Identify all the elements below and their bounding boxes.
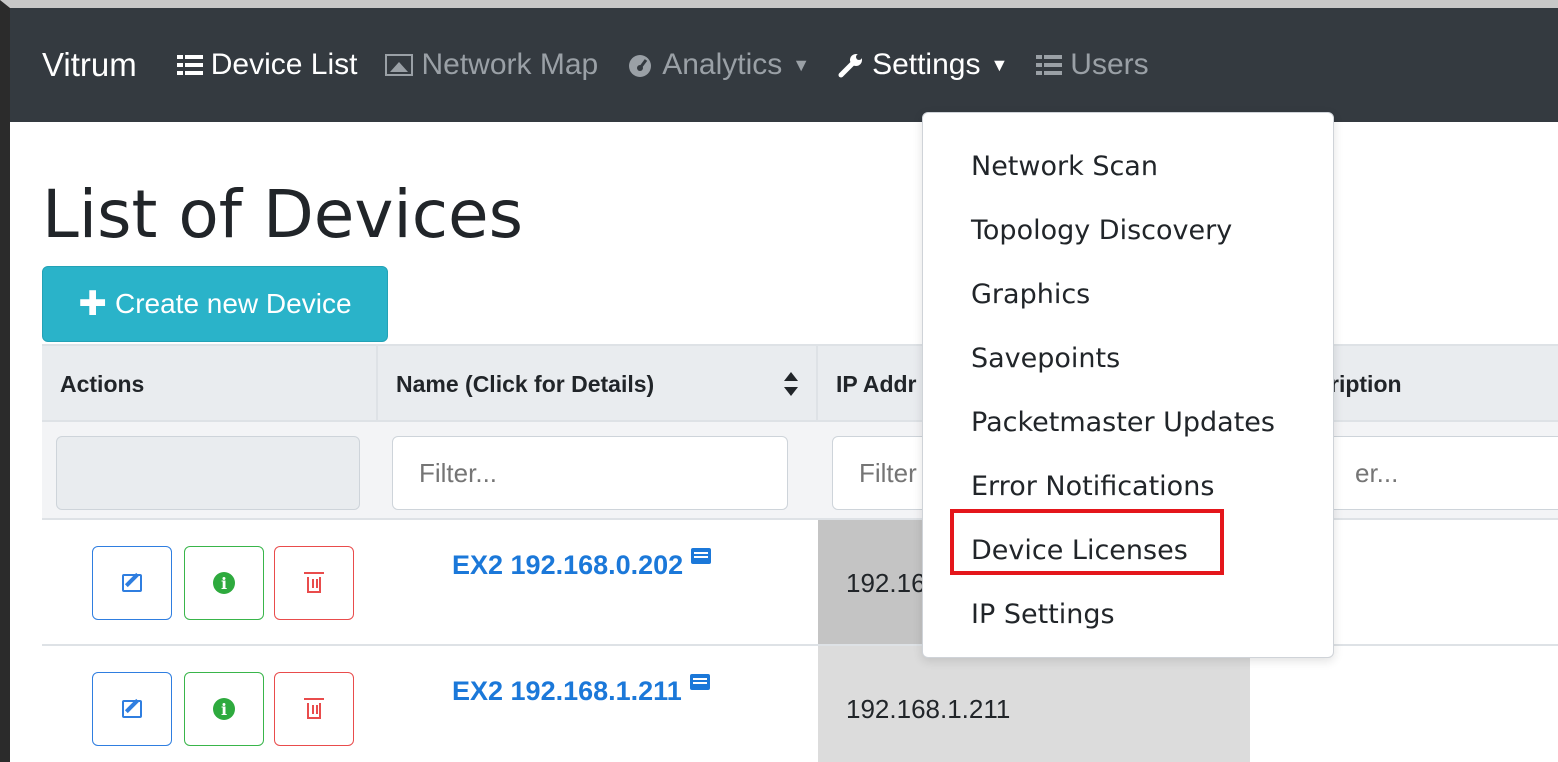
trash-icon (304, 698, 324, 719)
menu-item-graphics[interactable]: Graphics (971, 279, 1090, 310)
edit-button[interactable] (92, 546, 172, 620)
delete-button[interactable] (274, 546, 354, 620)
nav-settings[interactable]: Settings ▼ (838, 48, 1008, 82)
nav-analytics-label: Analytics (662, 48, 783, 81)
list-icon (176, 55, 203, 75)
info-icon: i (213, 698, 235, 720)
create-device-label: Create new Device (114, 288, 352, 319)
menu-item-savepoints[interactable]: Savepoints (971, 343, 1120, 374)
device-name-link[interactable]: EX2 192.168.1.211 (452, 674, 710, 707)
info-button[interactable]: i (184, 546, 264, 620)
app-window: Vitrum Device List Network Map Analytics… (0, 0, 1558, 762)
chevron-down-icon: ▼ (792, 54, 811, 75)
device-name-link[interactable]: EX2 192.168.0.202 (452, 548, 712, 581)
nav-network-map[interactable]: Network Map (385, 48, 598, 82)
actions-filter (56, 436, 360, 510)
settings-dropdown-menu: Network Scan Topology Discovery Graphics… (922, 112, 1334, 658)
menu-item-error-notifications[interactable]: Error Notifications (971, 471, 1214, 502)
edit-icon (122, 574, 142, 592)
nav-users-label: Users (1070, 48, 1149, 81)
menu-item-ip-settings[interactable]: IP Settings (971, 599, 1115, 630)
delete-button[interactable] (274, 672, 354, 746)
nav-analytics[interactable]: Analytics ▼ (626, 48, 810, 82)
device-name: EX2 192.168.0.202 (452, 550, 684, 580)
device-name: EX2 192.168.1.211 (452, 676, 682, 706)
name-filter-input[interactable] (392, 436, 788, 510)
edit-button[interactable] (92, 672, 172, 746)
edit-icon (122, 700, 142, 718)
details-card-icon[interactable] (691, 548, 712, 564)
nav-network-map-label: Network Map (421, 48, 599, 81)
dashboard-icon (626, 53, 654, 77)
navbar: Vitrum Device List Network Map Analytics… (10, 8, 1558, 122)
highlight-annotation (950, 509, 1224, 575)
details-card-icon[interactable] (689, 674, 710, 690)
chevron-down-icon: ▼ (990, 54, 1009, 75)
image-icon (385, 54, 414, 76)
table-row: i EX2 192.168.1.211 192.168.1.211 (42, 646, 1558, 762)
menu-item-network-scan[interactable]: Network Scan (971, 151, 1158, 182)
header-actions: Actions (42, 346, 378, 422)
list-icon (1036, 55, 1063, 75)
wrench-icon (838, 52, 864, 78)
info-button[interactable]: i (184, 672, 264, 746)
menu-item-topology-discovery[interactable]: Topology Discovery (971, 215, 1232, 246)
nav-settings-label: Settings (872, 48, 981, 81)
nav-device-list[interactable]: Device List (176, 48, 358, 82)
trash-icon (304, 572, 324, 593)
plus-icon: ✚ (78, 285, 107, 323)
info-icon: i (213, 572, 235, 594)
sort-icon[interactable] (784, 370, 798, 398)
page-title: List of Devices (42, 176, 524, 253)
menu-item-packetmaster-updates[interactable]: Packetmaster Updates (971, 407, 1275, 438)
header-name[interactable]: Name (Click for Details) (378, 346, 818, 422)
nav-users[interactable]: Users (1036, 48, 1149, 82)
device-ip: 192.168.1.211 (818, 646, 1250, 762)
header-name-label: Name (Click for Details) (396, 370, 655, 397)
nav-device-list-label: Device List (210, 48, 358, 81)
create-device-button[interactable]: ✚ Create new Device (42, 266, 388, 342)
brand-logo[interactable]: Vitrum (42, 46, 137, 84)
